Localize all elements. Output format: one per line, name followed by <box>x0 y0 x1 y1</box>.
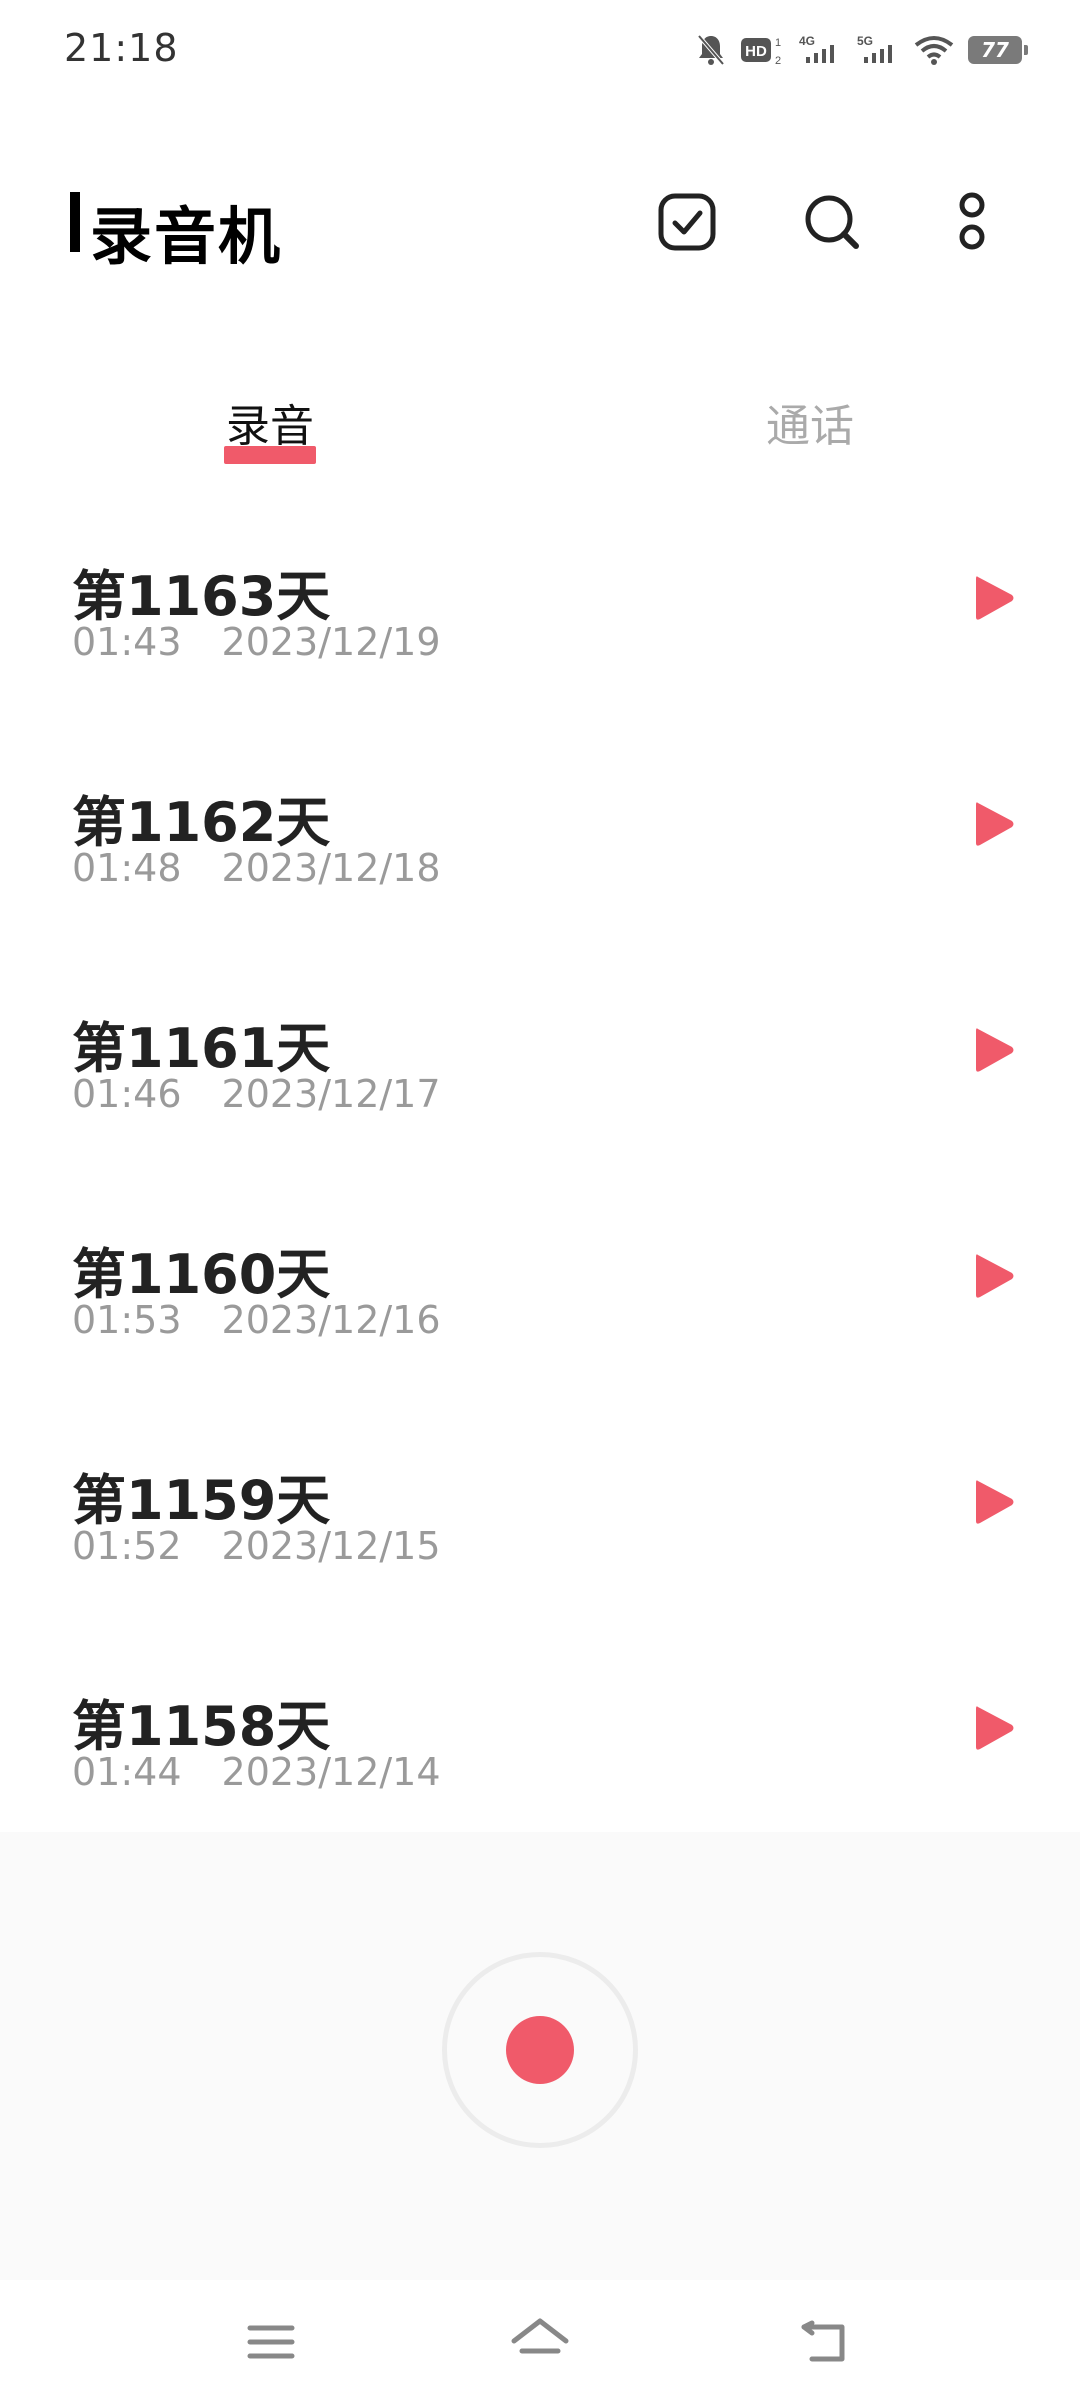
recording-duration: 01:48 <box>72 846 182 890</box>
recording-duration: 01:46 <box>72 1072 182 1116</box>
status-bar: 21:18 HD 1 2 4G 5G 77 <box>0 0 1080 100</box>
play-button[interactable] <box>964 1246 1024 1306</box>
wifi-icon <box>914 33 954 67</box>
play-icon <box>976 1706 1014 1750</box>
recording-date: 2023/12/17 <box>221 1072 441 1116</box>
app-header: 录音机 <box>0 170 1080 280</box>
recording-date: 2023/12/18 <box>221 846 441 890</box>
status-time: 21:18 <box>64 26 179 70</box>
title-marker <box>70 192 80 252</box>
menu-button[interactable] <box>236 2310 306 2374</box>
svg-text:4G: 4G <box>799 34 815 48</box>
recording-list: 第1163天 01:43 2023/12/19 第1162天 01:48 202… <box>0 520 1080 1876</box>
play-button[interactable] <box>964 568 1024 628</box>
recording-duration: 01:52 <box>72 1524 182 1568</box>
home-icon <box>511 2318 569 2354</box>
tab-calls[interactable]: 通话 <box>700 390 920 454</box>
recording-duration: 01:44 <box>72 1750 182 1794</box>
more-button[interactable] <box>932 184 1012 264</box>
home-button[interactable] <box>505 2310 575 2374</box>
list-item[interactable]: 第1161天 01:46 2023/12/17 <box>0 972 1080 1198</box>
list-item[interactable]: 第1159天 01:52 2023/12/15 <box>0 1424 1080 1650</box>
tab-recordings[interactable]: 录音 <box>160 390 380 454</box>
svg-text:1: 1 <box>775 37 781 49</box>
back-button[interactable] <box>790 2310 860 2374</box>
recording-meta: 01:52 2023/12/15 <box>72 1524 441 1568</box>
recording-meta: 01:46 2023/12/17 <box>72 1072 441 1116</box>
svg-text:5G: 5G <box>857 34 873 48</box>
play-button[interactable] <box>964 1020 1024 1080</box>
select-check-icon <box>657 192 717 256</box>
recording-meta: 01:43 2023/12/19 <box>72 620 441 664</box>
search-icon <box>802 192 862 256</box>
recording-meta: 01:44 2023/12/14 <box>72 1750 441 1794</box>
play-button[interactable] <box>964 1472 1024 1532</box>
signal-5g-icon: 5G <box>856 33 900 67</box>
play-button[interactable] <box>964 794 1024 854</box>
recording-date: 2023/12/14 <box>221 1750 441 1794</box>
record-button[interactable] <box>442 1952 638 2148</box>
status-icons: HD 1 2 4G 5G 77 <box>696 28 1028 72</box>
select-button[interactable] <box>647 184 727 264</box>
tab-indicator <box>224 446 316 464</box>
play-button[interactable] <box>964 1698 1024 1758</box>
recording-date: 2023/12/15 <box>221 1524 441 1568</box>
svg-text:HD: HD <box>745 43 767 60</box>
record-dot-icon <box>506 2016 574 2084</box>
system-nav-bar <box>0 2280 1080 2404</box>
recording-date: 2023/12/16 <box>221 1298 441 1342</box>
play-icon <box>976 1480 1014 1524</box>
record-panel <box>0 1832 1080 2280</box>
play-icon <box>976 576 1014 620</box>
recording-duration: 01:43 <box>72 620 182 664</box>
hd-icon: HD 1 2 <box>740 33 784 67</box>
more-icon <box>952 190 992 258</box>
play-icon <box>976 1028 1014 1072</box>
list-item[interactable]: 第1163天 01:43 2023/12/19 <box>0 520 1080 746</box>
page-title: 录音机 <box>90 200 283 273</box>
play-icon <box>976 802 1014 846</box>
recording-meta: 01:48 2023/12/18 <box>72 846 441 890</box>
menu-icon <box>247 2325 295 2359</box>
tab-bar: 录音 通话 <box>0 380 1080 470</box>
recording-meta: 01:53 2023/12/16 <box>72 1298 441 1342</box>
mute-bell-icon <box>696 33 726 67</box>
list-item[interactable]: 第1160天 01:53 2023/12/16 <box>0 1198 1080 1424</box>
recording-date: 2023/12/19 <box>221 620 441 664</box>
recording-duration: 01:53 <box>72 1298 182 1342</box>
signal-4g-icon: 4G <box>798 33 842 67</box>
back-icon <box>801 2320 845 2362</box>
play-icon <box>976 1254 1014 1298</box>
battery-icon: 77 <box>968 36 1028 64</box>
svg-text:2: 2 <box>775 55 781 67</box>
list-item[interactable]: 第1162天 01:48 2023/12/18 <box>0 746 1080 972</box>
search-button[interactable] <box>792 184 872 264</box>
